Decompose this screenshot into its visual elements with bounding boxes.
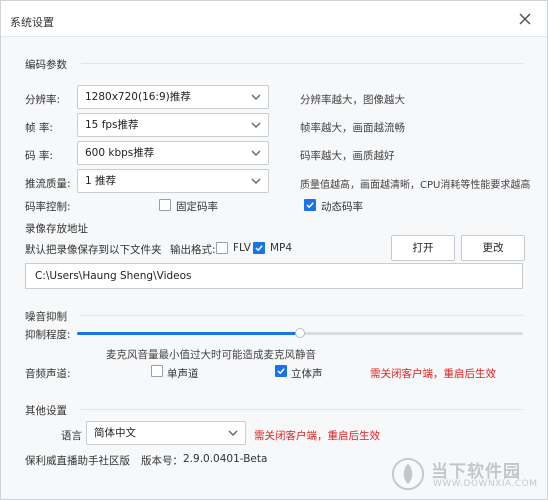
bitrate-hint: 码率越大，画质越好 (300, 150, 395, 162)
section-other-title: 其他设置 (25, 405, 67, 417)
check-icon (255, 245, 263, 252)
change-folder-button[interactable]: 更改 (461, 235, 525, 261)
chevron-down-icon (251, 150, 261, 156)
bitrate-select[interactable]: 600 kbps推荐 (77, 141, 269, 165)
save-folder-text: 默认把录像保存到以下文件夹 (25, 244, 162, 256)
check-icon (306, 202, 314, 209)
suppression-level-label: 抑制程度: (25, 329, 71, 341)
suppression-slider-fill (77, 332, 300, 335)
framerate-value: 15 fps推荐 (85, 119, 139, 131)
bitrate-value: 600 kbps推荐 (85, 147, 155, 159)
watermark: 当下软件园 WWW.DOWNXIA.COM (391, 457, 541, 493)
framerate-select[interactable]: 15 fps推荐 (77, 113, 269, 137)
framerate-label: 帧 率: (25, 122, 53, 134)
watermark-sub: WWW.DOWNXIA.COM (433, 479, 538, 489)
mono-checkbox[interactable] (151, 365, 163, 377)
edition-text: 保利威直播助手社区版 (25, 455, 130, 467)
section-recording-title: 录像存放地址 (25, 223, 88, 235)
version-label: 版本号： (141, 455, 183, 467)
close-button[interactable] (515, 9, 535, 29)
fixed-bitrate-label: 固定码率 (176, 201, 218, 213)
section-noise-title: 噪音抑制 (25, 311, 67, 323)
resolution-value: 1280x720(16:9)推荐 (85, 91, 191, 103)
resolution-label: 分辨率: (25, 94, 61, 106)
section-divider (81, 409, 523, 410)
recording-path-field[interactable]: C:\Users\Haung Sheng\Videos (25, 263, 523, 289)
chevron-down-icon (251, 122, 261, 128)
language-select[interactable]: 简体中文 (86, 421, 246, 445)
rate-control-label: 码率控制: (25, 201, 71, 213)
chevron-down-icon (251, 94, 261, 100)
settings-window: 系统设置 编码参数 分辨率: 1280x720(16:9)推荐 分辨率越大，图像… (0, 0, 548, 500)
open-folder-button[interactable]: 打开 (391, 235, 455, 261)
watermark-logo-icon (391, 457, 425, 491)
quality-label: 推流质量: (25, 178, 71, 190)
flv-label: FLV (233, 242, 251, 254)
quality-select[interactable]: 1 推荐 (77, 169, 269, 193)
dynamic-bitrate-checkbox[interactable] (304, 199, 316, 211)
quality-hint: 质量值越高，画面越清晰，CPU消耗等性能要求越高 (300, 180, 531, 191)
mic-warning-text: 麦克风音量最小值过大时可能造成麦克风静音 (106, 349, 316, 361)
audio-channel-label: 音频声道: (25, 368, 71, 380)
mp4-label: MP4 (270, 242, 293, 254)
output-format-label: 输出格式: (170, 244, 216, 256)
framerate-hint: 帧率越大，画面越流畅 (300, 122, 405, 134)
stereo-checkbox[interactable] (275, 365, 287, 377)
window-title: 系统设置 (10, 16, 54, 29)
fixed-bitrate-checkbox[interactable] (159, 199, 171, 211)
chevron-down-icon (228, 430, 238, 436)
check-icon (277, 368, 285, 375)
section-encode-title: 编码参数 (25, 59, 67, 71)
language-restart-note: 需关闭客户端，重启后生效 (254, 430, 380, 442)
resolution-select[interactable]: 1280x720(16:9)推荐 (77, 85, 269, 109)
suppression-slider[interactable] (77, 328, 523, 338)
quality-value: 1 推荐 (85, 175, 117, 187)
suppression-slider-handle[interactable] (295, 328, 305, 338)
mp4-checkbox[interactable] (253, 242, 265, 254)
bitrate-label: 码 率: (25, 150, 53, 162)
title-bar: 系统设置 (1, 1, 547, 37)
stereo-label: 立体声 (291, 368, 323, 380)
mono-label: 单声道 (167, 368, 199, 380)
language-value: 简体中文 (94, 427, 136, 439)
dynamic-bitrate-label: 动态码率 (321, 201, 363, 213)
close-icon (519, 13, 531, 25)
version-value: 2.9.0.0401-Beta (183, 453, 268, 465)
language-label: 语言 (61, 430, 82, 442)
chevron-down-icon (251, 178, 261, 184)
flv-checkbox[interactable] (216, 242, 228, 254)
section-divider (81, 315, 523, 316)
resolution-hint: 分辨率越大，图像越大 (300, 94, 405, 106)
section-divider (81, 63, 523, 64)
restart-note: 需关闭客户端，重启后生效 (370, 368, 496, 380)
